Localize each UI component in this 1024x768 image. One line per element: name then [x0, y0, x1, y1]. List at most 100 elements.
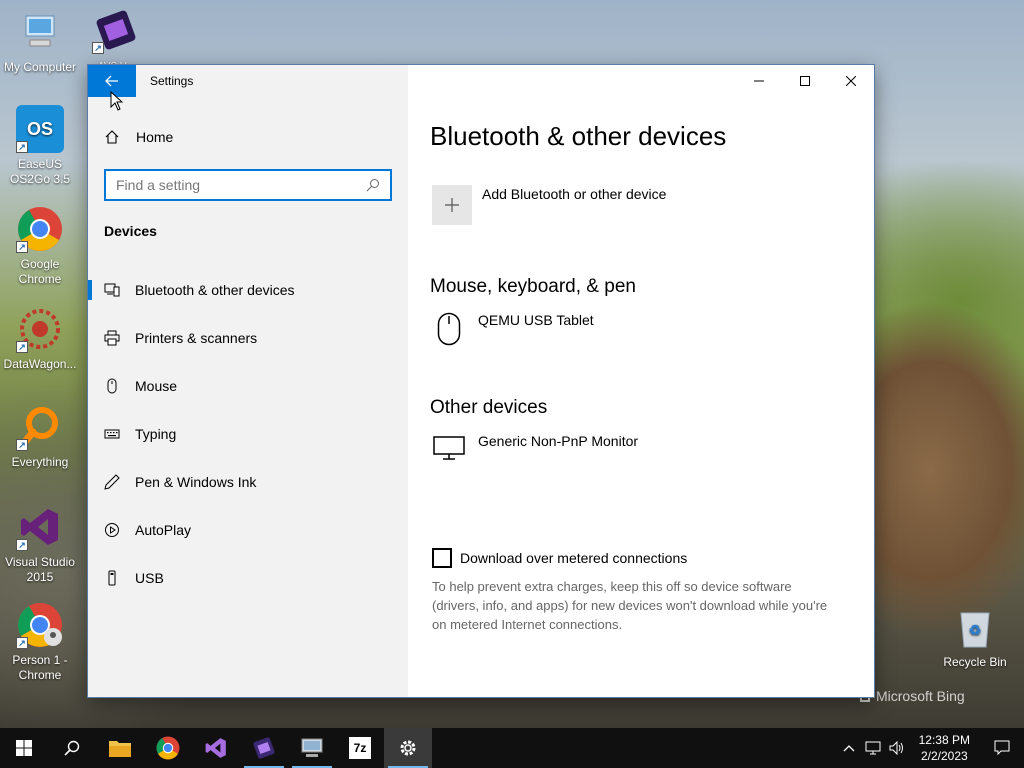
desktop-icon-label: EaseUS OS2Go 3.5 — [9, 157, 71, 186]
taskbar-visual-studio[interactable] — [192, 728, 240, 768]
desktop-icon-label: Google Chrome — [18, 257, 62, 286]
minimize-icon — [754, 80, 764, 82]
autoplay-icon — [104, 522, 120, 538]
desktop-icon-label: Recycle Bin — [943, 655, 1007, 669]
shortcut-arrow-icon: ↗ — [92, 42, 104, 54]
maximize-button[interactable] — [782, 65, 828, 97]
desktop-icon-datawagon[interactable]: ↗ DataWagon... — [0, 305, 80, 372]
network-icon — [865, 741, 881, 755]
close-button[interactable] — [828, 65, 874, 97]
mouse-cursor-icon — [110, 91, 124, 111]
visual-studio-icon: ↗ — [16, 503, 64, 551]
usb-icon — [104, 570, 120, 586]
taskbar-device-manager[interactable] — [288, 728, 336, 768]
monitor-icon — [432, 433, 466, 461]
desktop-icon-person-chrome[interactable]: ↗ Person 1 - Chrome — [0, 601, 80, 683]
sidebar-item-label: USB — [135, 570, 164, 586]
shortcut-arrow-icon: ↗ — [16, 439, 28, 451]
notification-icon — [994, 740, 1010, 756]
7zip-icon: 7z — [349, 737, 371, 759]
maximize-icon — [800, 76, 810, 86]
avs-video-icon — [253, 737, 275, 759]
home-label: Home — [136, 129, 174, 145]
sidebar-nav: Bluetooth & other devices Printers & sca… — [88, 266, 408, 602]
desktop-icon-label: My Computer — [3, 60, 77, 74]
chevron-up-icon — [843, 745, 855, 752]
arrow-left-icon — [105, 75, 118, 87]
sidebar-item-label: Typing — [135, 426, 177, 442]
show-hidden-icons-button[interactable] — [837, 728, 861, 768]
computer-icon — [16, 8, 64, 56]
device-name: QEMU USB Tablet — [478, 312, 594, 328]
desktop-icon-label: Person 1 - Chrome — [12, 653, 68, 682]
page-title: Bluetooth & other devices — [430, 121, 727, 151]
device-generic-monitor[interactable]: Generic Non-PnP Monitor — [432, 433, 638, 461]
taskbar: 7z 12:38 PM 2/2/2023 — [0, 728, 1024, 768]
desktop-icon-visual-studio[interactable]: ↗ Visual Studio 2015 — [0, 503, 80, 585]
sidebar-item-usb[interactable]: USB — [88, 554, 408, 602]
datawagon-icon: ↗ — [16, 305, 64, 353]
shortcut-arrow-icon: ↗ — [16, 637, 28, 649]
clock-date: 2/2/2023 — [920, 749, 968, 763]
desktop-icon-avs[interactable]: ↗ AVS V... — [76, 6, 156, 74]
mouse-icon — [432, 312, 466, 346]
easeus-icon: OS ↗ — [16, 105, 64, 153]
bluetooth-devices-icon — [104, 282, 120, 298]
taskbar-settings[interactable] — [384, 728, 432, 768]
desktop-icon-my-computer[interactable]: My Computer — [0, 8, 80, 75]
devices-heading: Devices — [104, 223, 157, 239]
search-box[interactable] — [104, 169, 392, 201]
shortcut-arrow-icon: ↗ — [16, 241, 28, 253]
sidebar-item-pen[interactable]: Pen & Windows Ink — [88, 458, 408, 506]
home-link[interactable]: Home — [104, 129, 173, 145]
visual-studio-icon — [205, 738, 226, 758]
chrome-icon — [156, 736, 180, 760]
volume-tray-button[interactable] — [885, 728, 909, 768]
taskbar-avs-video[interactable] — [240, 728, 288, 768]
search-icon[interactable] — [366, 178, 380, 192]
network-tray-button[interactable] — [861, 728, 885, 768]
shortcut-arrow-icon: ↗ — [16, 341, 28, 353]
sidebar-item-autoplay[interactable]: AutoPlay — [88, 506, 408, 554]
desktop-icon-easeus[interactable]: OS ↗ EaseUS OS2Go 3.5 — [0, 105, 80, 187]
taskbar-7zip[interactable]: 7z — [336, 728, 384, 768]
sidebar-item-bluetooth[interactable]: Bluetooth & other devices — [88, 266, 408, 314]
printer-icon — [104, 330, 120, 346]
minimize-button[interactable] — [736, 65, 782, 97]
action-center-button[interactable] — [980, 728, 1024, 768]
desktop-icon-recycle-bin[interactable]: ♻ Recycle Bin — [935, 603, 1015, 670]
clock[interactable]: 12:38 PM 2/2/2023 — [909, 732, 980, 764]
add-device-button[interactable] — [432, 185, 472, 225]
device-qemu-usb-tablet[interactable]: QEMU USB Tablet — [432, 312, 594, 346]
sidebar-item-label: Printers & scanners — [135, 330, 258, 346]
pen-icon — [104, 474, 120, 490]
search-icon — [64, 740, 80, 756]
everything-search-icon: ↗ — [16, 403, 64, 451]
close-icon — [846, 76, 856, 86]
recycle-bin-icon: ♻ — [951, 603, 999, 651]
chrome-icon: ↗ — [16, 205, 64, 253]
sidebar-item-printers[interactable]: Printers & scanners — [88, 314, 408, 362]
desktop-icon-label: Everything — [11, 455, 69, 469]
metered-download-checkbox[interactable] — [432, 548, 452, 568]
desktop-icon-google-chrome[interactable]: ↗ Google Chrome — [0, 205, 80, 287]
sidebar-item-mouse[interactable]: Mouse — [88, 362, 408, 410]
start-button[interactable] — [0, 728, 48, 768]
avs-video-icon: ↗ — [92, 6, 140, 54]
chrome-profile-icon: ↗ — [16, 601, 64, 649]
device-manager-icon — [301, 738, 323, 757]
taskbar-file-explorer[interactable] — [96, 728, 144, 768]
device-name: Generic Non-PnP Monitor — [478, 433, 639, 449]
metered-download-option[interactable]: Download over metered connections — [432, 548, 687, 568]
desktop-icon-everything[interactable]: ↗ Everything — [0, 403, 80, 470]
mouse-keyboard-pen-heading: Mouse, keyboard, & pen — [430, 276, 636, 297]
sidebar-item-typing[interactable]: Typing — [88, 410, 408, 458]
add-device-label[interactable]: Add Bluetooth or other device — [482, 186, 666, 202]
clock-time: 12:38 PM — [918, 733, 970, 747]
search-input[interactable] — [116, 177, 366, 193]
taskbar-chrome[interactable] — [144, 728, 192, 768]
sidebar-item-label: Pen & Windows Ink — [135, 474, 257, 490]
shortcut-arrow-icon: ↗ — [16, 539, 28, 551]
desktop-icon-label: DataWagon... — [3, 357, 77, 371]
taskbar-search-button[interactable] — [48, 728, 96, 768]
